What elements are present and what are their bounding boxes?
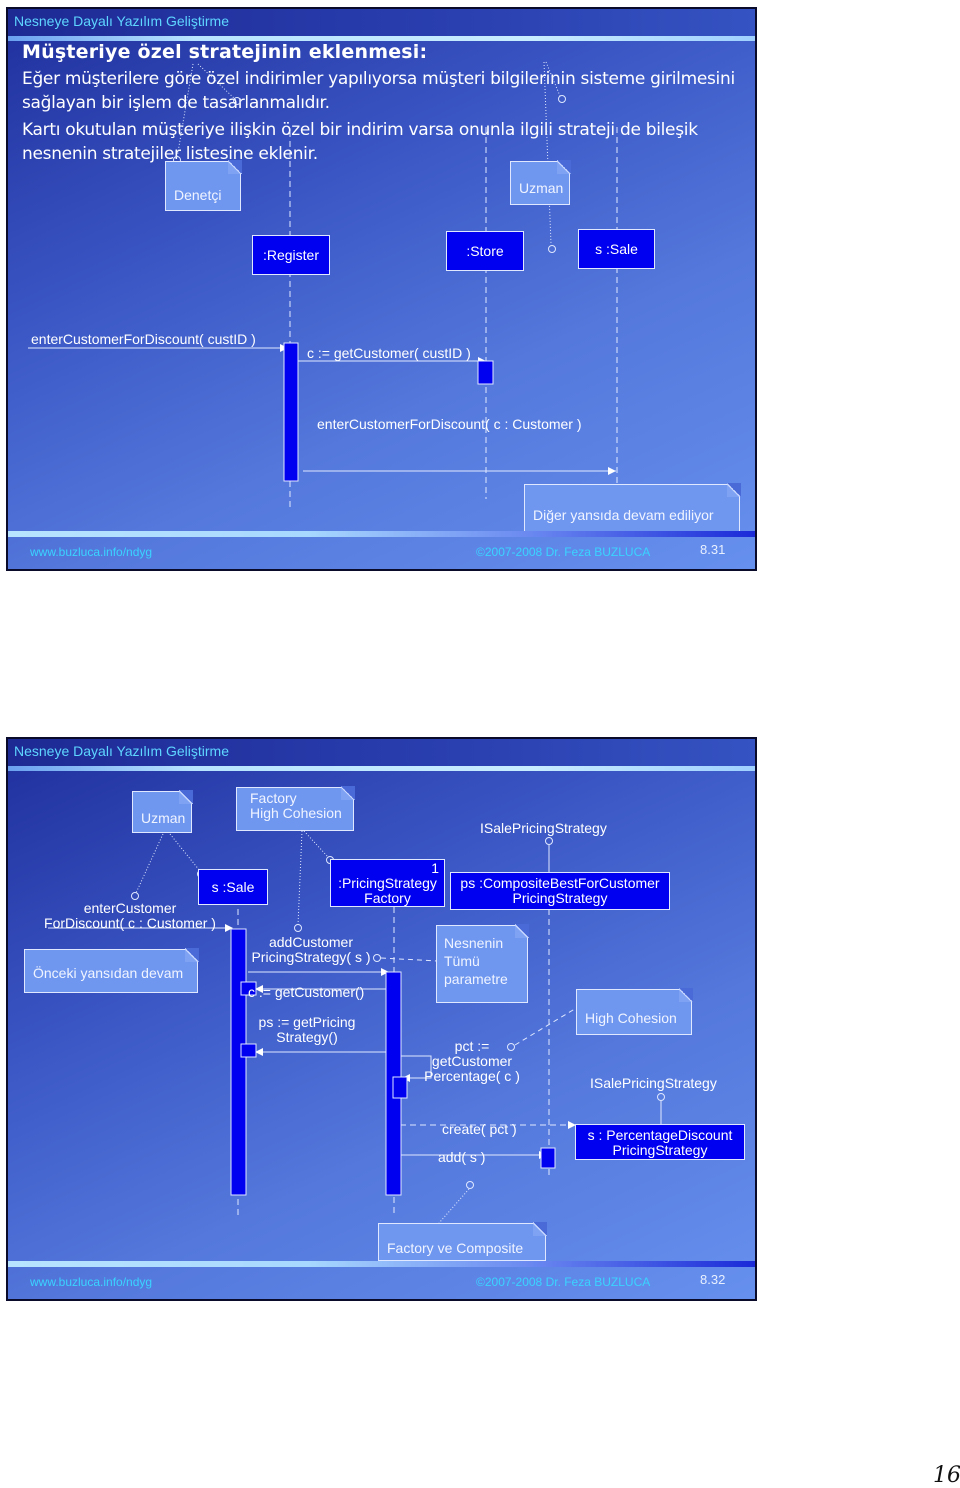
activation-composite [540, 1147, 556, 1169]
message-label: c := getCustomer( custID ) [307, 345, 471, 361]
footer-divider [8, 1261, 755, 1267]
message-label: enterCustomer ForDiscount( c : Customer … [44, 901, 216, 931]
footer-url[interactable]: www.buzluca.info/ndyg [30, 545, 152, 559]
message-text: Percentage( c ) [424, 1068, 520, 1084]
note-text: Uzman [141, 810, 186, 826]
note-anchor-line [135, 833, 164, 894]
interface-label: ISalePricingStrategy [590, 1075, 717, 1091]
note-factory-composite: Factory ve Composite [378, 1222, 547, 1261]
object-percentage-discount-strategy: s : PercentageDiscount PricingStrategy [575, 1124, 745, 1160]
note-text: Denetçi [174, 187, 222, 203]
note-controller: Denetçi [165, 160, 242, 211]
note-anchor-line [380, 957, 439, 962]
object-sale: s :Sale [198, 869, 268, 905]
slide-number: 8.32 [700, 1272, 726, 1287]
note-factory-high-cohesion: Factory High Cohesion [236, 786, 355, 831]
object-label: PricingStrategy [512, 890, 608, 906]
anchor-circle [548, 245, 556, 253]
activation-sale [230, 928, 247, 1196]
note-anchor-line [297, 830, 303, 926]
footer-copyright: ©2007-2008 Dr. Feza BUZLUCA [476, 545, 651, 559]
message-text: Strategy() [276, 1029, 338, 1045]
note-anchor-line [197, 63, 237, 101]
object-composite-strategy: ps :CompositeBestForCustomer PricingStra… [450, 872, 670, 910]
anchor-circle [558, 95, 566, 103]
interface-circle [657, 1093, 665, 1101]
note-anchor-line [545, 61, 561, 97]
object-label: PricingStrategy [612, 1142, 708, 1158]
page-number: 16 [933, 1463, 960, 1488]
note-anchor-line [438, 1188, 470, 1224]
message-text: addCustomer [268, 934, 354, 950]
message-label: enterCustomerForDiscount( c : Customer ) [317, 416, 582, 432]
footer-copyright: ©2007-2008 Dr. Feza BUZLUCA [476, 1275, 651, 1289]
message-text: ps := getPricing [258, 1014, 356, 1030]
note-text: Factory ve Composite [387, 1240, 524, 1256]
note-anchor-line [176, 63, 194, 159]
message-label: addCustomer PricingStrategy( s ) [246, 935, 376, 965]
message-label: pct := getCustomer Percentage( c ) [420, 1039, 524, 1084]
interface-circle [545, 837, 553, 845]
anchor-circle [131, 892, 139, 900]
object-label: ps :CompositeBestForCustomer [460, 875, 660, 891]
arrowhead [608, 467, 616, 475]
message-text: PricingStrategy( s ) [251, 949, 371, 965]
anchor-circle [294, 924, 302, 932]
note-expert: Uzman [510, 160, 571, 205]
message-label: enterCustomerForDiscount( custID ) [31, 331, 256, 347]
message-text: pct := [454, 1038, 490, 1054]
slide-8-31: Nesneye Dayalı Yazılım Geliştirme Müşter… [6, 7, 757, 571]
message-text: ForDiscount( c : Customer ) [44, 915, 216, 931]
note-anchor-line [543, 61, 552, 245]
object-store: :Store [446, 231, 524, 271]
note-text: High Cohesion [250, 805, 342, 821]
object-label: :PricingStrategy [338, 875, 437, 891]
note-whole-parameter: Nesnenin Tümü parametre [436, 924, 529, 1003]
note-high-cohesion: High Cohesion [576, 988, 693, 1035]
note-anchor-line [169, 833, 201, 872]
anchor-circle [466, 1181, 474, 1189]
note-text: Tümü [444, 953, 480, 969]
footer-divider [8, 531, 755, 537]
slide-8-32: Nesneye Dayalı Yazılım Geliştirme Uzman … [6, 737, 757, 1301]
message-label: create( pct ) [442, 1121, 517, 1137]
message-text: getCustomer [431, 1053, 513, 1069]
message-text: enterCustomer [83, 900, 177, 916]
object-pricing-strategy-factory: 1 :PricingStrategy Factory [330, 859, 445, 907]
message-label: c := getCustomer() [248, 984, 365, 1000]
note-previous: Önceki yansıdan devam [24, 948, 199, 993]
note-text: Diğer yansıda devam ediliyor [533, 507, 714, 523]
message-label: add( s ) [438, 1149, 486, 1165]
note-text: Nesnenin [444, 935, 504, 951]
note-text: Uzman [519, 180, 564, 196]
activation-factory-nested [392, 1076, 408, 1099]
message-label: ps := getPricing Strategy() [252, 1015, 362, 1045]
note-text: parametre [444, 971, 508, 987]
activation-sale-nested [240, 1043, 257, 1058]
note-text: High Cohesion [585, 1010, 677, 1026]
object-label: s : PercentageDiscount [587, 1127, 733, 1143]
note-text: Önceki yansıdan devam [33, 965, 184, 981]
note-anchor-line [303, 830, 329, 858]
object-register: :Register [252, 235, 330, 275]
note-continued: Diğer yansıda devam ediliyor [524, 483, 741, 534]
object-label: Factory [364, 890, 411, 906]
note-expert: Uzman [132, 790, 193, 833]
object-sale: s :Sale [578, 229, 655, 269]
interface-label: ISalePricingStrategy [480, 820, 607, 836]
multiplicity: 1 [431, 860, 439, 876]
slide-number: 8.31 [700, 542, 726, 557]
anchor-circle [233, 97, 241, 105]
note-anchor-line [514, 1006, 579, 1046]
note-text: Factory [250, 790, 297, 806]
activation-store [477, 360, 494, 385]
activation-register [283, 342, 299, 482]
footer-url[interactable]: www.buzluca.info/ndyg [30, 1275, 152, 1289]
